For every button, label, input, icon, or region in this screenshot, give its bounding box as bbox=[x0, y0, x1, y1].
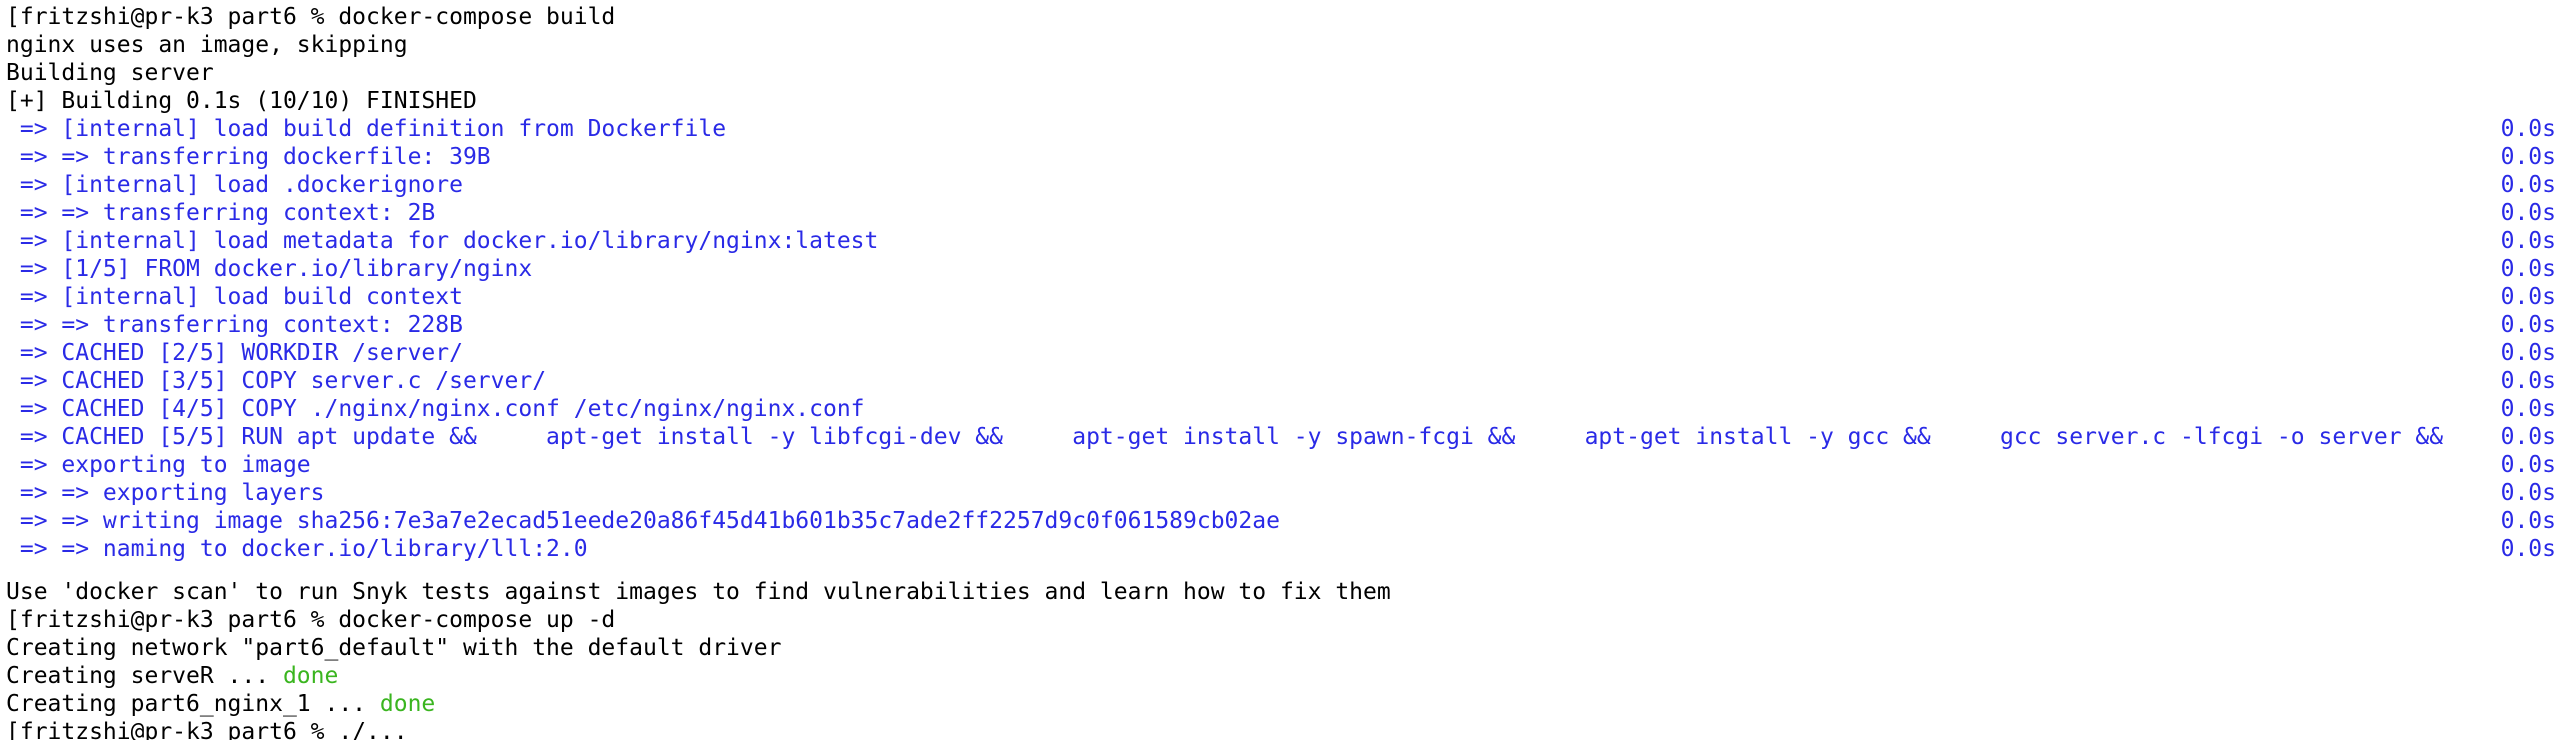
build-step-time: 0.0s bbox=[2500, 424, 2556, 450]
build-step-time: 0.0s bbox=[2500, 116, 2556, 142]
output-line: Building server bbox=[6, 60, 214, 86]
build-step-line: => CACHED [3/5] COPY server.c /server/0.… bbox=[0, 367, 2568, 395]
build-step-line: => [internal] load build definition from… bbox=[0, 115, 2568, 143]
build-step-text: => [internal] load build definition from… bbox=[6, 116, 727, 142]
build-step-time: 0.0s bbox=[2500, 228, 2556, 254]
create-container-text: Creating part6_nginx_1 ... bbox=[6, 691, 380, 717]
build-step-line: => [internal] load metadata for docker.i… bbox=[0, 227, 2568, 255]
build-step-time: 0.0s bbox=[2500, 480, 2556, 506]
build-step-line: => exporting to image 0.0s bbox=[0, 451, 2568, 479]
output-line: nginx uses an image, skipping bbox=[6, 32, 408, 58]
create-container-text: Creating serveR ... bbox=[6, 663, 283, 689]
build-step-line: => CACHED [5/5] RUN apt update && apt-ge… bbox=[0, 423, 2568, 451]
terminal-window[interactable]: [fritzshi@pr-k3 part6 % docker-compose b… bbox=[0, 0, 2568, 740]
build-step-text: => [1/5] FROM docker.io/library/nginx bbox=[6, 256, 533, 282]
build-step-line: => => exporting layers 0.0s bbox=[0, 479, 2568, 507]
build-step-text: => CACHED [2/5] WORKDIR /server/ bbox=[6, 340, 463, 366]
build-step-time: 0.0s bbox=[2500, 396, 2556, 422]
build-step-line: => => naming to docker.io/library/lll:2.… bbox=[0, 535, 2568, 563]
create-container-line: Creating serveR ... done bbox=[0, 662, 2568, 690]
snyk-hint-line: Use 'docker scan' to run Snyk tests agai… bbox=[6, 579, 1391, 605]
done-status: done bbox=[282, 663, 339, 689]
build-step-line: => => transferring context: 228B 0.0s bbox=[0, 311, 2568, 339]
build-step-text: => CACHED [4/5] COPY ./nginx/nginx.conf … bbox=[6, 396, 865, 422]
build-step-text: => [internal] load metadata for docker.i… bbox=[6, 228, 879, 254]
build-step-time: 0.0s bbox=[2500, 200, 2556, 226]
build-step-line: => CACHED [2/5] WORKDIR /server/0.0s bbox=[0, 339, 2568, 367]
build-step-text: => => transferring context: 228B bbox=[6, 312, 463, 338]
build-step-time: 0.0s bbox=[2500, 340, 2556, 366]
build-step-text: => => naming to docker.io/library/lll:2.… bbox=[6, 536, 588, 562]
shell-prompt-line: [fritzshi@pr-k3 part6 % docker-compose u… bbox=[6, 607, 616, 633]
build-step-text: => => transferring context: 2B bbox=[6, 200, 436, 226]
build-step-line: => => transferring context: 2B 0.0s bbox=[0, 199, 2568, 227]
done-status: done bbox=[379, 691, 436, 717]
build-step-time: 0.0s bbox=[2500, 312, 2556, 338]
build-step-text: => [internal] load build context bbox=[6, 284, 463, 310]
build-step-text: => [internal] load .dockerignore bbox=[6, 172, 463, 198]
build-step-text: => => exporting layers bbox=[6, 480, 325, 506]
build-step-text: => => writing image sha256:7e3a7e2ecad51… bbox=[6, 508, 1280, 534]
build-step-line: => => writing image sha256:7e3a7e2ecad51… bbox=[0, 507, 2568, 535]
build-step-time: 0.0s bbox=[2500, 536, 2556, 562]
build-step-time: 0.0s bbox=[2500, 172, 2556, 198]
build-step-line: => [internal] load build context 0.0s bbox=[0, 283, 2568, 311]
build-step-text: => => transferring dockerfile: 39B bbox=[6, 144, 491, 170]
build-step-line: => [internal] load .dockerignore 0.0s bbox=[0, 171, 2568, 199]
create-container-line: Creating part6_nginx_1 ... done bbox=[0, 690, 2568, 718]
output-line: Creating network "part6_default" with th… bbox=[6, 635, 782, 661]
build-step-line: => => transferring dockerfile: 39B 0.0s bbox=[0, 143, 2568, 171]
build-step-line: => [1/5] FROM docker.io/library/nginx 0.0… bbox=[0, 255, 2568, 283]
build-step-text: => CACHED [5/5] RUN apt update && apt-ge… bbox=[6, 424, 2444, 450]
build-step-time: 0.0s bbox=[2500, 256, 2556, 282]
build-step-time: 0.0s bbox=[2500, 144, 2556, 170]
build-step-text: => exporting to image bbox=[6, 452, 311, 478]
build-step-text: => CACHED [3/5] COPY server.c /server/ bbox=[6, 368, 547, 394]
build-step-time: 0.0s bbox=[2500, 508, 2556, 534]
shell-prompt-line: [fritzshi@pr-k3 part6 % docker-compose b… bbox=[6, 4, 616, 30]
build-steps-list: => [internal] load build definition from… bbox=[0, 115, 2568, 563]
build-status-line: [+] Building 0.1s (10/10) FINISHED bbox=[6, 88, 477, 114]
build-step-line: => CACHED [4/5] COPY ./nginx/nginx.conf … bbox=[0, 395, 2568, 423]
shell-prompt-line-partial: [fritzshi@pr-k3 part6 % ./... bbox=[6, 719, 408, 740]
build-step-time: 0.0s bbox=[2500, 284, 2556, 310]
build-step-time: 0.0s bbox=[2500, 452, 2556, 478]
build-step-time: 0.0s bbox=[2500, 368, 2556, 394]
